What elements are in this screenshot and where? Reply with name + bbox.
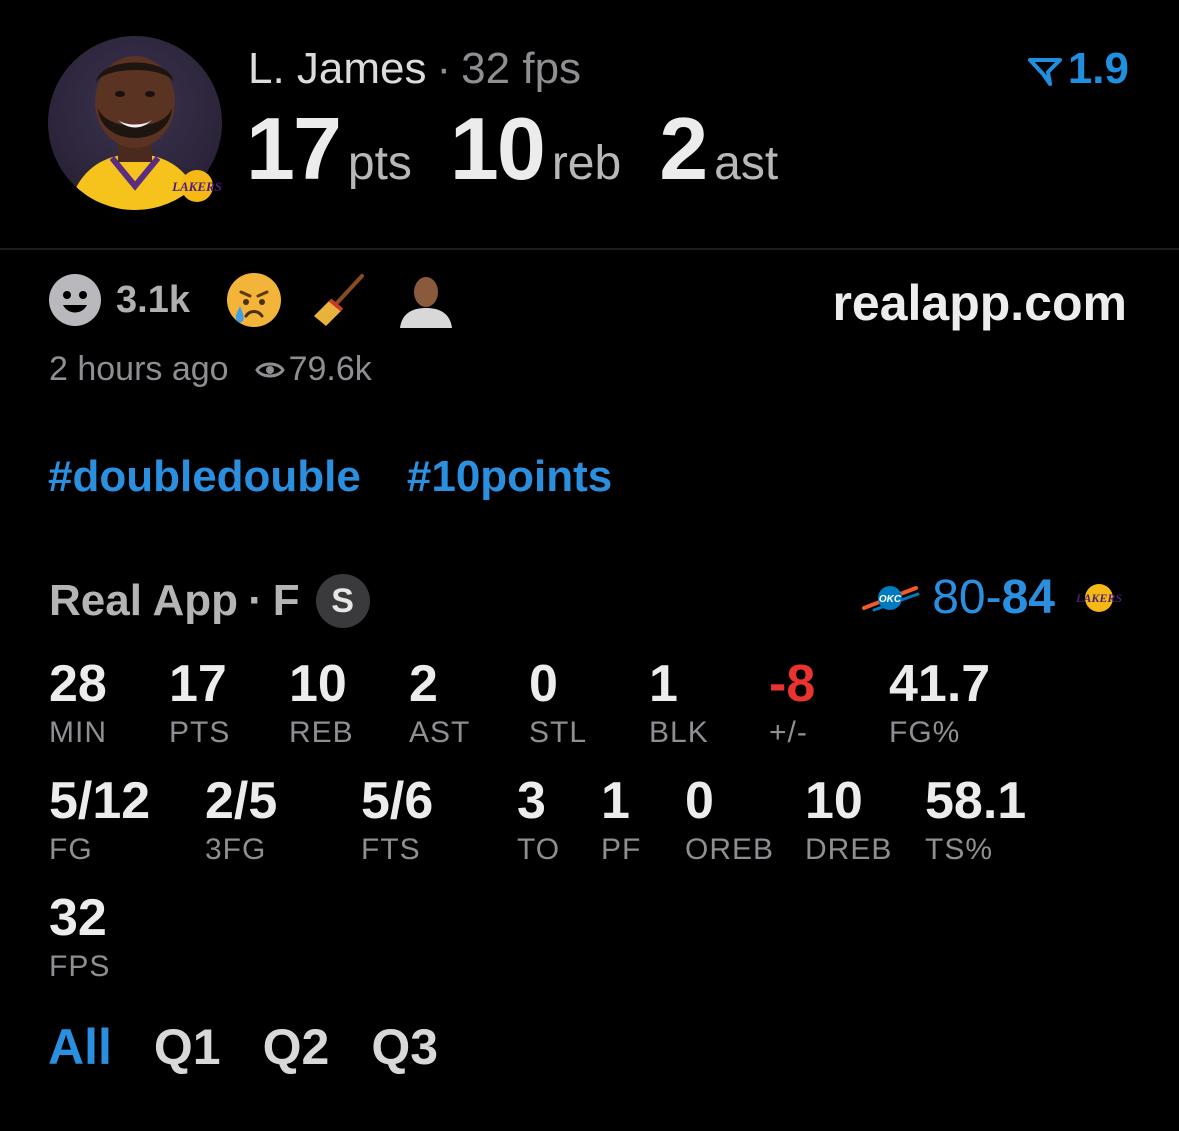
tab-all[interactable]: All (48, 1018, 112, 1076)
broom-emoji-icon[interactable] (312, 272, 368, 328)
player-name-line: L. James · 32 fps (248, 44, 581, 94)
away-score: 80 (932, 571, 986, 624)
stat-3fg: 2/5 3FG (205, 772, 278, 866)
s-badge[interactable]: S (315, 574, 370, 628)
lakers-logo-icon: LAKERS (166, 168, 228, 204)
headline-points-value: 17 (246, 99, 342, 198)
stat-min: 28 MIN (49, 655, 107, 749)
tab-q1[interactable]: Q1 (154, 1018, 221, 1076)
stat-plus-minus: -8 +/- (769, 655, 816, 749)
eye-icon (254, 362, 285, 377)
hashtags: #doubledouble #10points (48, 452, 658, 502)
game-status: F (272, 576, 300, 625)
stat-pts: 17 PTS (169, 655, 231, 749)
stat-ts-pct: 58.1 TS% (925, 772, 1027, 866)
source-name: Real App (49, 576, 239, 625)
svg-text:OKC: OKC (879, 594, 902, 605)
stat-dreb: 10 DREB (805, 772, 893, 866)
separator-dot: · (436, 44, 452, 93)
stat-reb: 10 REB (289, 655, 354, 749)
quarter-tabs: All Q1 Q2 Q3 (48, 1018, 480, 1076)
view-count: 79.6k (288, 350, 372, 388)
stat-stl: 0 STL (529, 655, 588, 749)
stat-fg: 5/12 FG (49, 772, 151, 866)
player-fps: 32 fps (461, 44, 582, 93)
stat-blk: 1 BLK (649, 655, 709, 749)
headline-points-unit: pts (347, 137, 412, 190)
headline-stats: 17 pts 10 reb 2 ast (246, 98, 816, 200)
stat-fg-pct: 41.7 FG% (889, 655, 991, 749)
tab-q2[interactable]: Q2 (263, 1018, 330, 1076)
okc-logo-icon: OKC (862, 585, 920, 611)
header-divider (0, 248, 1179, 250)
reactions-bar: 3.1k (48, 272, 484, 328)
separator-dot: · (248, 576, 263, 625)
stat-oreb: 0 OREB (685, 772, 775, 866)
crying-face-emoji-icon[interactable] (226, 272, 282, 328)
stat-pf: 1 PF (601, 772, 642, 866)
person-emoji-icon[interactable] (398, 272, 454, 328)
game-source-line: Real App · F S (49, 574, 370, 628)
stat-ast: 2 AST (409, 655, 471, 749)
home-score: 84 (1001, 571, 1055, 624)
site-link[interactable]: realapp.com (832, 274, 1127, 332)
headline-rebounds-unit: reb (551, 137, 622, 190)
multiplier-value: 1.9 (1067, 44, 1129, 93)
post-meta: 2 hours ago 79.6k (49, 350, 372, 389)
player-name[interactable]: L. James (248, 44, 427, 93)
multiplier-badge[interactable]: 1.9 (1027, 44, 1129, 94)
stat-fps: 32 FPS (49, 889, 111, 983)
headline-assists-value: 2 (659, 99, 708, 198)
hashtag-doubledouble[interactable]: #doubledouble (48, 452, 361, 501)
svg-text:LAKERS: LAKERS (1075, 591, 1122, 605)
hashtag-10points[interactable]: #10points (407, 452, 612, 501)
time-ago: 2 hours ago (49, 350, 229, 388)
stat-to: 3 TO (517, 772, 561, 866)
headline-assists-unit: ast (714, 137, 779, 190)
headline-rebounds-value: 10 (449, 99, 546, 198)
smile-reaction-icon[interactable] (48, 273, 102, 327)
score-dash: - (985, 571, 1002, 624)
reaction-count: 3.1k (116, 278, 190, 321)
stat-fts: 5/6 FTS (361, 772, 434, 866)
boost-icon (1027, 58, 1062, 87)
tab-q3[interactable]: Q3 (371, 1018, 438, 1076)
lakers-logo-icon: LAKERS (1075, 583, 1122, 612)
game-score[interactable]: OKC 80-84 LAKERS (860, 570, 1129, 625)
svg-text:LAKERS: LAKERS (171, 179, 222, 194)
